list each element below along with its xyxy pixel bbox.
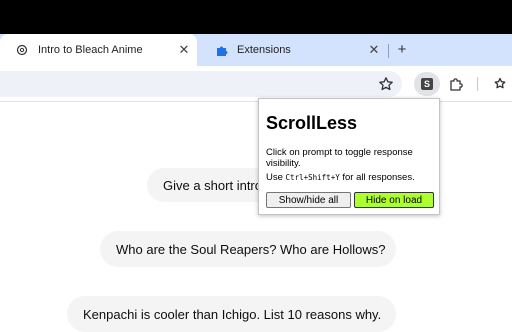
puzzle-icon [214, 43, 228, 57]
scrollless-popup: ScrollLess Click on prompt to toggle res… [258, 98, 440, 215]
usage-suffix: for all responses. [339, 172, 415, 183]
prompt-text: Give a short intro [163, 177, 262, 193]
extensions-puzzle-icon[interactable] [446, 74, 466, 94]
tab-divider [388, 44, 389, 58]
prompt-bubble[interactable]: Who are the Soul Reapers? Who are Hollow… [100, 231, 396, 267]
prompt-bubble[interactable]: Kenpachi is cooler than Ichigo. List 10 … [67, 296, 396, 332]
prompt-text: Who are the Soul Reapers? Who are Hollow… [116, 241, 386, 257]
window-frame [0, 0, 512, 34]
tab-extensions[interactable]: Extensions ✕ [199, 34, 387, 66]
popup-title: ScrollLess [266, 113, 358, 133]
tab-title: Intro to Bleach Anime [38, 44, 143, 56]
keyboard-shortcut: Ctrl+Shift+Y [285, 173, 340, 182]
show-hide-all-button[interactable]: Show/hide all [266, 192, 351, 208]
bookmark-star-icon[interactable] [376, 74, 396, 94]
scrollless-icon: S [421, 78, 433, 90]
toolbar-divider [477, 77, 478, 91]
openai-logo-icon [15, 43, 29, 57]
tab-title: Extensions [237, 44, 291, 56]
tab-intro-to-bleach-anime[interactable]: Intro to Bleach Anime ✕ [0, 34, 197, 66]
close-icon[interactable]: ✕ [367, 42, 381, 57]
tab-strip: Intro to Bleach Anime ✕ Extensions ✕ [0, 34, 512, 66]
popup-description: Click on prompt to toggle response visib… [266, 147, 413, 169]
address-bar[interactable] [0, 71, 402, 97]
prompt-text: Kenpachi is cooler than Ichigo. List 10 … [83, 306, 382, 322]
ai-assistant-icon[interactable] [490, 74, 510, 94]
popup-usage-text: Use Ctrl+Shift+Y for all responses. [266, 172, 438, 183]
new-tab-button[interactable]: + [394, 41, 410, 58]
scrollless-extension-button[interactable]: S [414, 72, 440, 96]
usage-prefix: Use [266, 172, 286, 183]
close-icon[interactable]: ✕ [177, 42, 191, 57]
hide-on-load-button[interactable]: Hide on load [354, 192, 434, 208]
